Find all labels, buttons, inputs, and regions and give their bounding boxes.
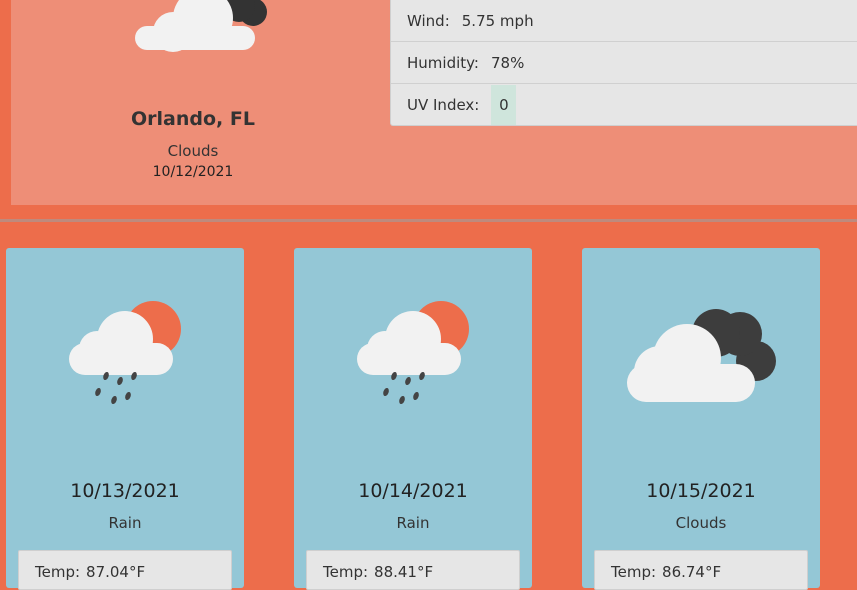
- cloudy-icon: [135, 0, 267, 52]
- forecast-date: 10/13/2021: [70, 480, 180, 502]
- forecast-card: 10/15/2021 Clouds Temp: 86.74°F: [582, 248, 820, 590]
- forecast-date: 10/14/2021: [358, 480, 468, 502]
- humidity-label: Humidity:: [407, 53, 479, 72]
- temp-value: 87.04°F: [86, 563, 146, 581]
- temp-value: 88.41°F: [374, 563, 434, 581]
- forecast-temp: Temp: 88.41°F: [306, 550, 520, 590]
- current-date: 10/12/2021: [152, 164, 234, 180]
- city-name: Orlando, FL: [131, 108, 255, 130]
- uv-row: UV Index: 0: [391, 84, 857, 125]
- humidity-value: 78%: [490, 53, 525, 72]
- forecast-condition: Rain: [396, 514, 430, 532]
- cloudy-icon: [627, 309, 776, 402]
- wind-label: Wind:: [407, 11, 450, 30]
- temp-label: Temp:: [611, 563, 657, 581]
- wind-row: Wind: 5.75 mph: [391, 0, 857, 42]
- uv-badge: 0: [491, 84, 517, 125]
- section-divider: [0, 219, 857, 222]
- forecast-condition: Rain: [108, 514, 142, 532]
- rain-sun-icon: [69, 301, 181, 405]
- current-weather-panel: Orlando, FL Clouds 10/12/2021 Wind: 5.75…: [11, 0, 857, 205]
- current-condition: Clouds: [167, 142, 219, 160]
- forecast-card: 10/14/2021 Rain Temp: 88.41°F: [294, 248, 532, 590]
- wind-value: 5.75 mph: [461, 11, 534, 30]
- temp-value: 86.74°F: [662, 563, 722, 581]
- humidity-row: Humidity: 78%: [391, 42, 857, 84]
- rain-sun-icon: [357, 301, 469, 405]
- forecast-date: 10/15/2021: [646, 480, 756, 502]
- temp-label: Temp:: [35, 563, 81, 581]
- temp-label: Temp:: [323, 563, 369, 581]
- forecast-card: 10/13/2021 Rain Temp: 87.04°F: [6, 248, 244, 590]
- forecast-condition: Clouds: [675, 514, 727, 532]
- forecast-temp: Temp: 87.04°F: [18, 550, 232, 590]
- current-stats-list: Wind: 5.75 mph Humidity: 78% UV Index: 0: [390, 0, 857, 126]
- forecast-temp: Temp: 86.74°F: [594, 550, 808, 590]
- uv-label: UV Index:: [407, 95, 480, 114]
